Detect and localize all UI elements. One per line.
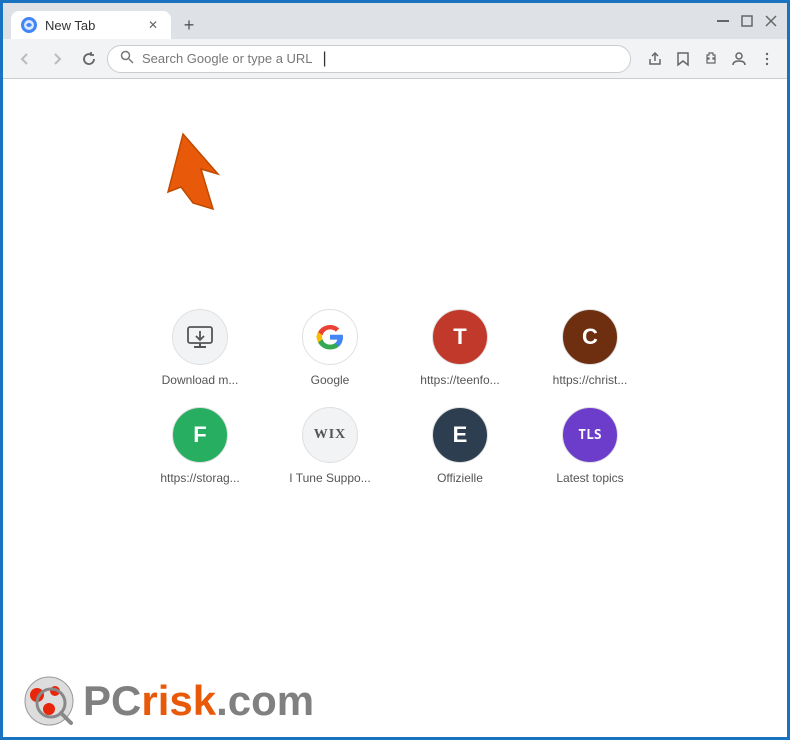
address-placeholder: Search Google or type a URL — [142, 51, 313, 66]
shortcut-icon-storage: F — [172, 407, 228, 463]
page-content: Download m... Google T — [3, 79, 787, 737]
new-tab-button[interactable]: + — [175, 11, 203, 39]
shortcut-label-storage: https://storag... — [160, 471, 239, 485]
tab-close-button[interactable]: ✕ — [145, 17, 161, 33]
shortcut-itunes[interactable]: WIX I Tune Suppo... — [275, 407, 385, 485]
shortcut-icon-google — [302, 309, 358, 365]
shortcuts-grid: Download m... Google T — [145, 309, 645, 485]
reload-button[interactable] — [75, 45, 103, 73]
shortcut-download[interactable]: Download m... — [145, 309, 255, 387]
address-bar-icons — [643, 47, 779, 71]
shortcut-icon-tls: TLS — [562, 407, 618, 463]
active-tab[interactable]: New Tab ✕ — [11, 11, 171, 39]
shortcut-christ[interactable]: C https://christ... — [535, 309, 645, 387]
shortcut-latest-topics[interactable]: TLS Latest topics — [535, 407, 645, 485]
profile-icon[interactable] — [727, 47, 751, 71]
shortcut-google[interactable]: Google — [275, 309, 385, 387]
forward-button[interactable] — [43, 45, 71, 73]
shortcut-teenfo[interactable]: T https://teenfo... — [405, 309, 515, 387]
arrow-annotation — [163, 119, 283, 234]
shortcut-label-itunes: I Tune Suppo... — [289, 471, 370, 485]
search-icon — [120, 50, 134, 67]
tab-title: New Tab — [45, 18, 95, 33]
close-button[interactable] — [763, 13, 779, 29]
shortcut-offizielle[interactable]: E Offizielle — [405, 407, 515, 485]
tab-area: New Tab ✕ + — [11, 3, 715, 39]
address-bar-area: Search Google or type a URL | — [3, 39, 787, 79]
shortcut-icon-offizielle: E — [432, 407, 488, 463]
shortcut-icon-teenfo: T — [432, 309, 488, 365]
back-button[interactable] — [11, 45, 39, 73]
extensions-icon[interactable] — [699, 47, 723, 71]
shortcut-label-teenfo: https://teenfo... — [420, 373, 499, 387]
share-icon[interactable] — [643, 47, 667, 71]
shortcut-label-download: Download m... — [162, 373, 239, 387]
shortcut-storage[interactable]: F https://storag... — [145, 407, 255, 485]
shortcut-label-christ: https://christ... — [553, 373, 628, 387]
browser-frame: New Tab ✕ + — [0, 0, 790, 740]
menu-icon[interactable] — [755, 47, 779, 71]
shortcut-icon-wix: WIX — [302, 407, 358, 463]
text-cursor: | — [323, 50, 327, 68]
pcrisk-logo-icon — [23, 675, 75, 727]
title-bar: New Tab ✕ + — [3, 3, 787, 39]
shortcut-label-latest-topics: Latest topics — [556, 471, 623, 485]
shortcut-label-google: Google — [311, 373, 350, 387]
bookmark-icon[interactable] — [671, 47, 695, 71]
shortcut-icon-download — [172, 309, 228, 365]
minimize-button[interactable] — [715, 13, 731, 29]
maximize-button[interactable] — [739, 13, 755, 29]
pcrisk-watermark: PCrisk.com — [23, 675, 314, 727]
pcrisk-brand-text: PCrisk.com — [83, 677, 314, 725]
window-controls — [715, 13, 779, 29]
address-bar[interactable]: Search Google or type a URL | — [107, 45, 631, 73]
shortcut-label-offizielle: Offizielle — [437, 471, 483, 485]
shortcut-icon-christ: C — [562, 309, 618, 365]
tab-favicon — [21, 17, 37, 33]
